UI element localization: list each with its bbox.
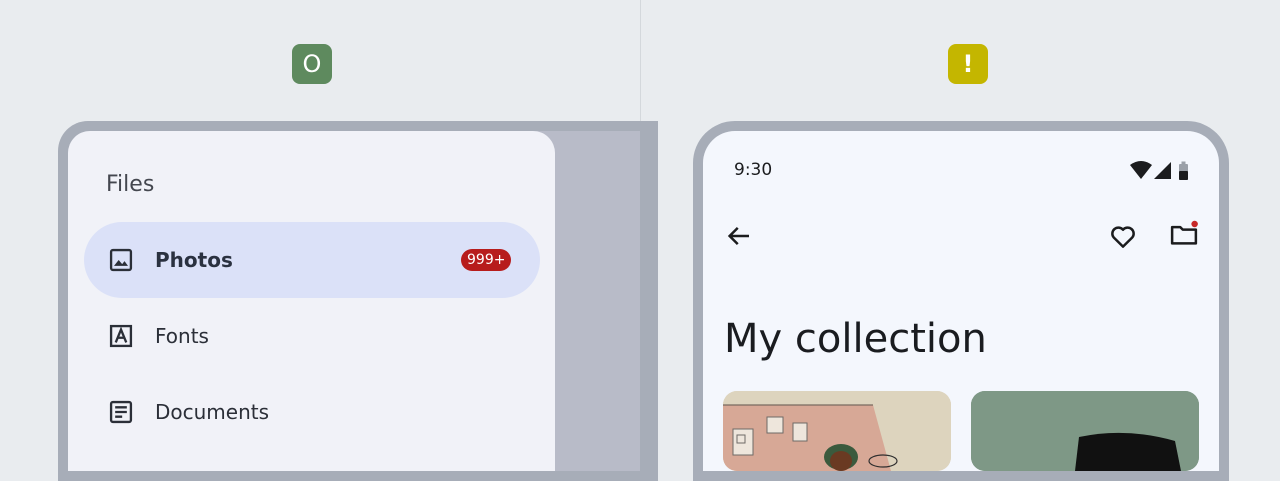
page-headline: My collection [724, 316, 987, 362]
status-time: 9:30 [734, 160, 773, 180]
collection-card[interactable] [971, 391, 1199, 471]
drawer-item-fonts[interactable]: Fonts [84, 298, 540, 374]
arrow-back-icon[interactable] [724, 221, 754, 251]
font-icon [109, 324, 133, 348]
artwork-thumbnail [723, 391, 951, 471]
heart-icon[interactable] [1108, 221, 1138, 251]
drawer-title: Files [106, 172, 155, 197]
caution-marker: ! [948, 44, 988, 84]
drawer-item-photos[interactable]: Photos 999+ [84, 222, 540, 298]
drawer-item-label: Documents [155, 400, 270, 424]
status-icons [1130, 161, 1188, 180]
document-icon [109, 400, 133, 424]
signal-icon [1154, 162, 1171, 179]
notification-dot [1191, 220, 1198, 228]
folder-icon[interactable] [1169, 219, 1199, 249]
count-badge: 999+ [461, 249, 512, 271]
drawer-item-label: Photos [155, 248, 233, 272]
drawer-item-documents[interactable]: Documents [84, 374, 540, 450]
image-icon [109, 248, 133, 272]
collection-card[interactable] [723, 391, 951, 471]
do-marker: O [292, 44, 332, 84]
drawer-item-label: Fonts [155, 324, 209, 348]
artwork-thumbnail [971, 391, 1199, 471]
wifi-icon [1130, 161, 1152, 179]
